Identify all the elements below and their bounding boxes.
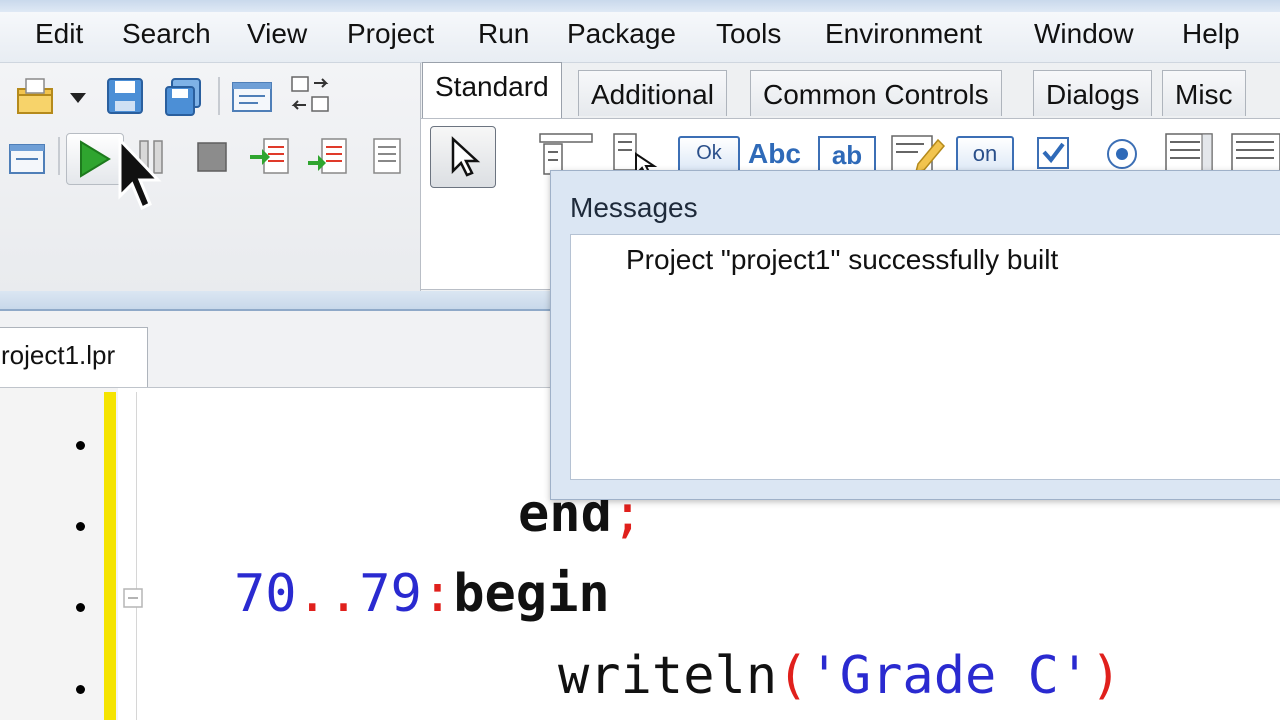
save-all-icon[interactable] bbox=[162, 75, 206, 119]
menu-edit[interactable]: Edit bbox=[35, 18, 83, 50]
gutter-line-dot bbox=[76, 685, 85, 694]
save-icon[interactable] bbox=[104, 75, 148, 119]
code-number: 79 bbox=[359, 564, 422, 624]
code-line[interactable]: writeln('Grade C') bbox=[558, 646, 1122, 706]
gutter-line-dot bbox=[76, 603, 85, 612]
code-symbol: : bbox=[421, 564, 454, 624]
message-item[interactable]: Project "project1" successfully built bbox=[626, 244, 1058, 276]
editor-gutter bbox=[0, 388, 118, 720]
open-file-icon[interactable] bbox=[14, 75, 58, 119]
toolbar-separator bbox=[58, 137, 60, 175]
run-button[interactable] bbox=[66, 133, 124, 185]
step-out-icon[interactable] bbox=[364, 135, 408, 179]
code-symbol: ) bbox=[1090, 646, 1122, 706]
tab-additional[interactable]: Additional bbox=[578, 70, 727, 116]
toolbar-separator bbox=[218, 77, 220, 115]
code-symbol: ( bbox=[777, 646, 809, 706]
code-string: 'Grade C' bbox=[808, 646, 1091, 706]
tab-dialogs[interactable]: Dialogs bbox=[1033, 70, 1153, 116]
tab-common-controls[interactable]: Common Controls bbox=[750, 70, 1002, 116]
step-into-icon[interactable] bbox=[248, 135, 292, 179]
menu-bar: Edit Search View Project Run Package Too… bbox=[0, 12, 1280, 63]
fold-gutter bbox=[118, 392, 137, 720]
selection-tool-button[interactable] bbox=[430, 126, 496, 188]
code-line[interactable]: 70..79:begin bbox=[234, 564, 610, 624]
mouse-cursor-icon bbox=[118, 138, 162, 211]
menu-environment[interactable]: Environment bbox=[825, 18, 982, 50]
menu-tools[interactable]: Tools bbox=[716, 18, 781, 50]
toggle-form-unit-icon[interactable] bbox=[288, 73, 332, 117]
step-over-icon[interactable] bbox=[306, 135, 350, 179]
code-number: 70 bbox=[234, 564, 297, 624]
code-symbol: .. bbox=[296, 564, 360, 624]
stop-icon[interactable] bbox=[190, 135, 234, 179]
menu-package[interactable]: Package bbox=[567, 18, 676, 50]
menu-help[interactable]: Help bbox=[1182, 18, 1240, 50]
code-keyword: begin bbox=[453, 564, 610, 624]
menu-search[interactable]: Search bbox=[122, 18, 211, 50]
main-toolbar bbox=[0, 63, 420, 291]
menu-window[interactable]: Window bbox=[1034, 18, 1134, 50]
messages-title: Messages bbox=[570, 192, 698, 223]
modified-lines-bar bbox=[104, 392, 116, 720]
editor-file-tab[interactable]: roject1.lpr bbox=[0, 327, 148, 387]
gutter-line-dot bbox=[76, 441, 85, 450]
tab-standard[interactable]: Standard bbox=[422, 62, 562, 118]
label-component-icon[interactable]: Abc bbox=[748, 138, 801, 170]
run-play-icon bbox=[80, 140, 111, 178]
fold-collapse-icon[interactable] bbox=[121, 586, 147, 612]
button-component-icon[interactable]: Ok bbox=[678, 136, 740, 174]
window-title-bar bbox=[0, 0, 1280, 12]
code-identifier: writeln bbox=[558, 646, 778, 706]
gutter-line-dot bbox=[76, 522, 85, 531]
chevron-down-icon[interactable] bbox=[66, 77, 90, 121]
form-view-icon[interactable] bbox=[230, 75, 274, 119]
arrow-pointer-icon bbox=[451, 136, 481, 177]
menu-view[interactable]: View bbox=[247, 18, 307, 50]
new-unit-icon[interactable] bbox=[4, 135, 48, 179]
menu-project[interactable]: Project bbox=[347, 18, 434, 50]
tab-misc[interactable]: Misc bbox=[1162, 70, 1246, 116]
menu-run[interactable]: Run bbox=[478, 18, 529, 50]
